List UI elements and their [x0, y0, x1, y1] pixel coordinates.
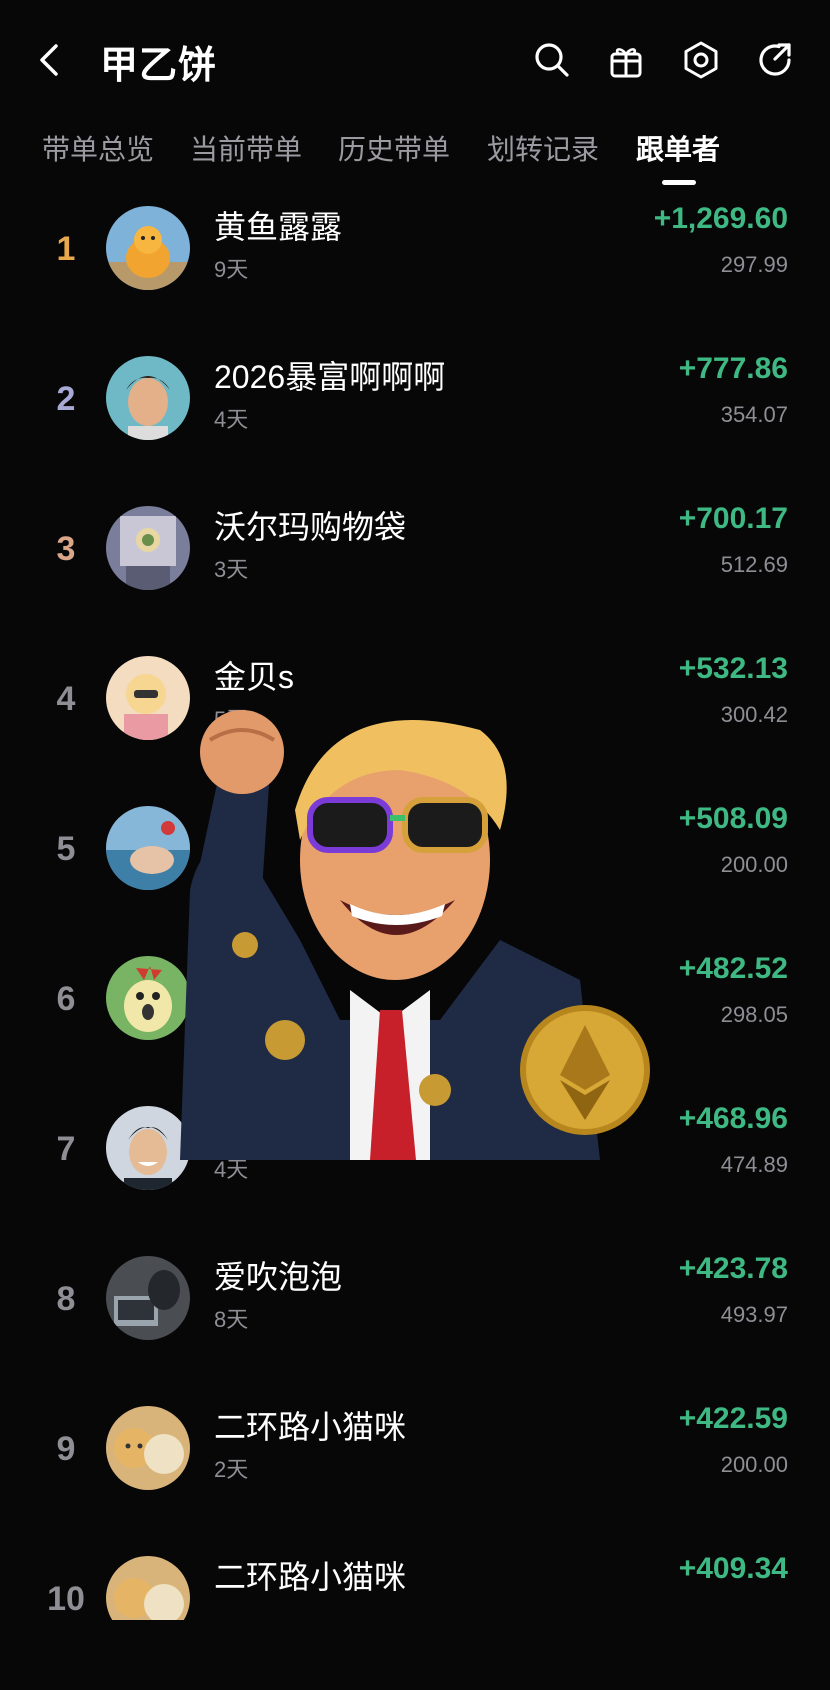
- avatar: [106, 356, 190, 440]
- profit-value: +508.09: [678, 802, 788, 835]
- avatar: [106, 956, 190, 1040]
- follow-days: 9天: [214, 257, 249, 282]
- avatar: [106, 656, 190, 740]
- follower-name: 沃尔玛购物袋: [214, 509, 407, 545]
- profit-value: +409.34: [678, 1552, 788, 1585]
- list-item[interactable]: 9 二环路小猫咪 2天 +422.59 200.00: [0, 1390, 830, 1540]
- avatar: [106, 1106, 190, 1190]
- list-item[interactable]: 2 2026暴富啊啊啊 4天 +777.86 354.07: [0, 340, 830, 490]
- follower-name: 2026暴富啊啊啊: [214, 359, 446, 395]
- rank-number: 2: [56, 380, 76, 418]
- follower-name: 二环路小猫咪: [214, 1409, 407, 1445]
- tab-overview[interactable]: 带单总览: [42, 128, 154, 168]
- profit-value: +532.13: [678, 652, 788, 685]
- rank-number: 6: [56, 980, 76, 1018]
- bottom-spacer: [0, 1620, 830, 1690]
- follow-amount: 474.89: [720, 1152, 788, 1177]
- follow-amount: 200.00: [720, 1452, 788, 1477]
- profit-value: +1,269.60: [653, 202, 788, 235]
- follow-amount: 200.00: [720, 852, 788, 877]
- gift-icon: [610, 48, 642, 78]
- share-button[interactable]: [755, 40, 795, 80]
- follow-days: 3天: [214, 557, 249, 582]
- list-item[interactable]: 8 爱吹泡泡 8天 +423.78 493.97: [0, 1240, 830, 1390]
- top-bar: 甲乙饼: [0, 0, 830, 120]
- tab-bar: 带单总览 当前带单 历史带单 划转记录 跟单者: [0, 118, 830, 190]
- follow-amount: 512.69: [720, 552, 788, 577]
- back-button[interactable]: [36, 42, 66, 78]
- avatar: [106, 806, 190, 890]
- tab-active-indicator: [662, 180, 696, 185]
- profit-value: +777.86: [678, 352, 788, 385]
- profit-value: +482.52: [678, 952, 788, 985]
- tab-current-orders[interactable]: 当前带单: [190, 128, 302, 168]
- tab-history-orders[interactable]: 历史带单: [338, 128, 450, 168]
- share-icon: [759, 43, 791, 76]
- avatar: [106, 1556, 190, 1620]
- page-title: 甲乙饼: [100, 45, 218, 87]
- profit-value: +422.59: [678, 1402, 788, 1435]
- profit-value: +468.96: [678, 1102, 788, 1135]
- follower-name: 爱吹泡泡: [214, 1259, 343, 1295]
- list-item[interactable]: 1 黄鱼露露 9天 +1,269.60 297.99: [0, 190, 830, 340]
- list-item[interactable]: 3 沃尔玛购物袋 3天 +700.17 512.69: [0, 490, 830, 640]
- follow-amount: 298.05: [720, 1002, 788, 1027]
- follow-days: 2天: [214, 1457, 249, 1482]
- follow-amount: 300.42: [720, 702, 788, 727]
- back-icon: [40, 44, 58, 76]
- avatar: [106, 506, 190, 590]
- rank-number: 1: [56, 230, 76, 268]
- gift-button[interactable]: [606, 40, 646, 80]
- list-item[interactable]: 10 二环路小猫咪 +409.34: [0, 1540, 830, 1620]
- settings-button[interactable]: [681, 40, 721, 80]
- follow-amount: 297.99: [720, 252, 788, 277]
- follow-amount: 493.97: [720, 1302, 788, 1327]
- tab-transfer-records[interactable]: 划转记录: [487, 128, 599, 168]
- rank-number: 3: [56, 530, 76, 568]
- profit-value: +700.17: [678, 502, 788, 535]
- rank-number: 10: [47, 1580, 85, 1618]
- rank-number: 5: [56, 830, 76, 868]
- settings-icon: [684, 41, 718, 79]
- follow-days: 4天: [214, 407, 249, 432]
- avatar: [106, 1256, 190, 1340]
- sticker-image: [180, 690, 680, 1160]
- follower-name: 黄鱼露露: [214, 209, 343, 245]
- profit-value: +423.78: [678, 1252, 788, 1285]
- rank-number: 4: [56, 680, 76, 718]
- avatar: [106, 1406, 190, 1490]
- rank-number: 7: [56, 1130, 76, 1168]
- tab-followers[interactable]: 跟单者: [636, 128, 720, 168]
- rank-number: 9: [56, 1430, 76, 1468]
- follower-name: 二环路小猫咪: [214, 1559, 407, 1595]
- avatar: [106, 206, 190, 290]
- search-button[interactable]: [532, 40, 572, 80]
- follow-days: 8天: [214, 1307, 249, 1332]
- search-icon: [535, 43, 569, 77]
- follow-amount: 354.07: [720, 402, 788, 427]
- rank-number: 8: [56, 1280, 76, 1318]
